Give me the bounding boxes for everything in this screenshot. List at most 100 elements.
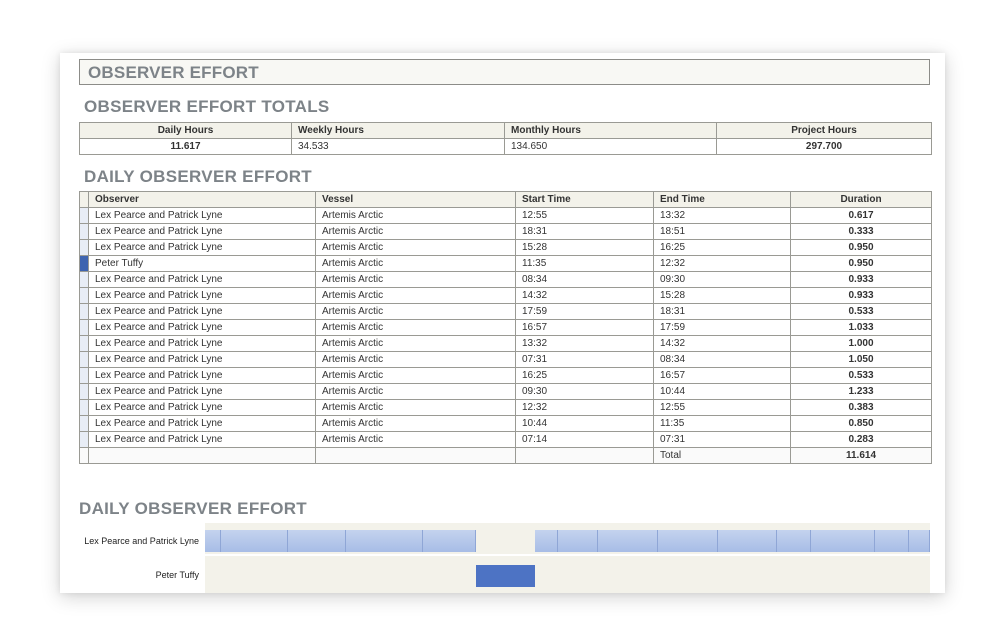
- col-header-start-time[interactable]: Start Time: [515, 191, 654, 208]
- table-row[interactable]: Lex Pearce and Patrick Lyne Artemis Arcti…: [79, 271, 932, 288]
- gantt-bar[interactable]: [221, 530, 288, 552]
- observer-cell: Lex Pearce and Patrick Lyne: [88, 223, 316, 240]
- table-row[interactable]: Peter Tuffy Artemis Arctic 11:35 12:32 0.950: [79, 255, 932, 272]
- table-row[interactable]: Lex Pearce and Patrick Lyne Artemis Arcti…: [79, 207, 932, 224]
- gantt-track-peter-tuffy: [205, 556, 930, 593]
- totals-value-weekly: 34.533: [291, 138, 505, 155]
- col-header-vessel[interactable]: Vessel: [315, 191, 516, 208]
- row-selector[interactable]: [79, 415, 89, 432]
- row-selector[interactable]: [79, 335, 89, 352]
- table-row[interactable]: Lex Pearce and Patrick Lyne Artemis Arcti…: [79, 287, 932, 304]
- gantt-bar[interactable]: [205, 530, 221, 552]
- gantt-bar[interactable]: [875, 530, 909, 552]
- duration-cell: 1.000: [790, 335, 932, 352]
- start-time-cell: 16:57: [515, 319, 654, 336]
- gantt-bar[interactable]: [476, 565, 535, 587]
- vessel-cell: Artemis Arctic: [315, 351, 516, 368]
- totals-header-project: Project Hours: [716, 122, 932, 139]
- daily-heading: DAILY OBSERVER EFFORT: [84, 167, 312, 186]
- col-header-observer[interactable]: Observer: [88, 191, 316, 208]
- end-time-cell: 09:30: [653, 271, 791, 288]
- start-time-cell: 07:31: [515, 351, 654, 368]
- start-time-cell: 17:59: [515, 303, 654, 320]
- table-row[interactable]: Lex Pearce and Patrick Lyne Artemis Arcti…: [79, 223, 932, 240]
- row-selector[interactable]: [79, 271, 89, 288]
- gantt-bar[interactable]: [535, 530, 558, 552]
- vessel-cell: Artemis Arctic: [315, 431, 516, 448]
- total-row-selector: [79, 447, 89, 464]
- row-selector[interactable]: [79, 351, 89, 368]
- gantt-bar[interactable]: [423, 530, 476, 552]
- observer-cell: Lex Pearce and Patrick Lyne: [88, 383, 316, 400]
- observer-cell: Lex Pearce and Patrick Lyne: [88, 415, 316, 432]
- observer-cell: Lex Pearce and Patrick Lyne: [88, 399, 316, 416]
- end-time-cell: 13:32: [653, 207, 791, 224]
- vessel-cell: Artemis Arctic: [315, 335, 516, 352]
- total-empty-cell: [515, 447, 654, 464]
- end-time-cell: 16:57: [653, 367, 791, 384]
- gantt-bar[interactable]: [718, 530, 777, 552]
- table-row[interactable]: Lex Pearce and Patrick Lyne Artemis Arcti…: [79, 367, 932, 384]
- row-selector[interactable]: [79, 207, 89, 224]
- gantt-bar[interactable]: [288, 530, 346, 552]
- col-header-end-time[interactable]: End Time: [653, 191, 791, 208]
- gantt-bar[interactable]: [658, 530, 718, 552]
- table-row[interactable]: Lex Pearce and Patrick Lyne Artemis Arcti…: [79, 431, 932, 448]
- totals-header-weekly: Weekly Hours: [291, 122, 505, 139]
- row-selector[interactable]: [79, 255, 89, 272]
- vessel-cell: Artemis Arctic: [315, 367, 516, 384]
- end-time-cell: 15:28: [653, 287, 791, 304]
- observer-cell: Lex Pearce and Patrick Lyne: [88, 431, 316, 448]
- row-selector-header: [79, 191, 89, 208]
- duration-cell: 0.533: [790, 303, 932, 320]
- gantt-bar[interactable]: [558, 530, 598, 552]
- col-header-duration[interactable]: Duration: [790, 191, 932, 208]
- vessel-cell: Artemis Arctic: [315, 319, 516, 336]
- gantt-bar[interactable]: [346, 530, 423, 552]
- totals-header-daily: Daily Hours: [79, 122, 292, 139]
- start-time-cell: 12:55: [515, 207, 654, 224]
- row-selector[interactable]: [79, 287, 89, 304]
- row-selector[interactable]: [79, 383, 89, 400]
- start-time-cell: 09:30: [515, 383, 654, 400]
- row-selector[interactable]: [79, 319, 89, 336]
- row-selector[interactable]: [79, 399, 89, 416]
- vessel-cell: Artemis Arctic: [315, 287, 516, 304]
- duration-cell: 0.950: [790, 239, 932, 256]
- row-selector[interactable]: [79, 303, 89, 320]
- row-selector[interactable]: [79, 367, 89, 384]
- table-row[interactable]: Lex Pearce and Patrick Lyne Artemis Arcti…: [79, 239, 932, 256]
- gantt-bar[interactable]: [811, 530, 875, 552]
- vessel-cell: Artemis Arctic: [315, 207, 516, 224]
- duration-cell: 0.933: [790, 287, 932, 304]
- table-row[interactable]: Lex Pearce and Patrick Lyne Artemis Arcti…: [79, 319, 932, 336]
- table-row[interactable]: Lex Pearce and Patrick Lyne Artemis Arcti…: [79, 351, 932, 368]
- end-time-cell: 18:31: [653, 303, 791, 320]
- totals-heading: OBSERVER EFFORT TOTALS: [84, 97, 330, 116]
- duration-cell: 0.850: [790, 415, 932, 432]
- row-selector[interactable]: [79, 431, 89, 448]
- vessel-cell: Artemis Arctic: [315, 271, 516, 288]
- table-row[interactable]: Lex Pearce and Patrick Lyne Artemis Arcti…: [79, 415, 932, 432]
- duration-cell: 0.533: [790, 367, 932, 384]
- observer-cell: Lex Pearce and Patrick Lyne: [88, 287, 316, 304]
- end-time-cell: 12:55: [653, 399, 791, 416]
- gantt-bar[interactable]: [777, 530, 811, 552]
- gantt-bar[interactable]: [598, 530, 658, 552]
- end-time-cell: 11:35: [653, 415, 791, 432]
- observer-cell: Lex Pearce and Patrick Lyne: [88, 351, 316, 368]
- start-time-cell: 18:31: [515, 223, 654, 240]
- table-row[interactable]: Lex Pearce and Patrick Lyne Artemis Arcti…: [79, 383, 932, 400]
- gantt-bar[interactable]: [909, 530, 930, 552]
- vessel-cell: Artemis Arctic: [315, 383, 516, 400]
- table-row[interactable]: Lex Pearce and Patrick Lyne Artemis Arcti…: [79, 335, 932, 352]
- duration-cell: 1.233: [790, 383, 932, 400]
- daily-effort-table: Observer Vessel Start Time End Time Dura…: [79, 191, 932, 464]
- total-empty-cell: [88, 447, 316, 464]
- table-row[interactable]: Lex Pearce and Patrick Lyne Artemis Arcti…: [79, 303, 932, 320]
- row-selector[interactable]: [79, 223, 89, 240]
- table-row[interactable]: Lex Pearce and Patrick Lyne Artemis Arcti…: [79, 399, 932, 416]
- row-selector[interactable]: [79, 239, 89, 256]
- observer-cell: Lex Pearce and Patrick Lyne: [88, 303, 316, 320]
- gantt-row-label: Lex Pearce and Patrick Lyne: [84, 536, 199, 546]
